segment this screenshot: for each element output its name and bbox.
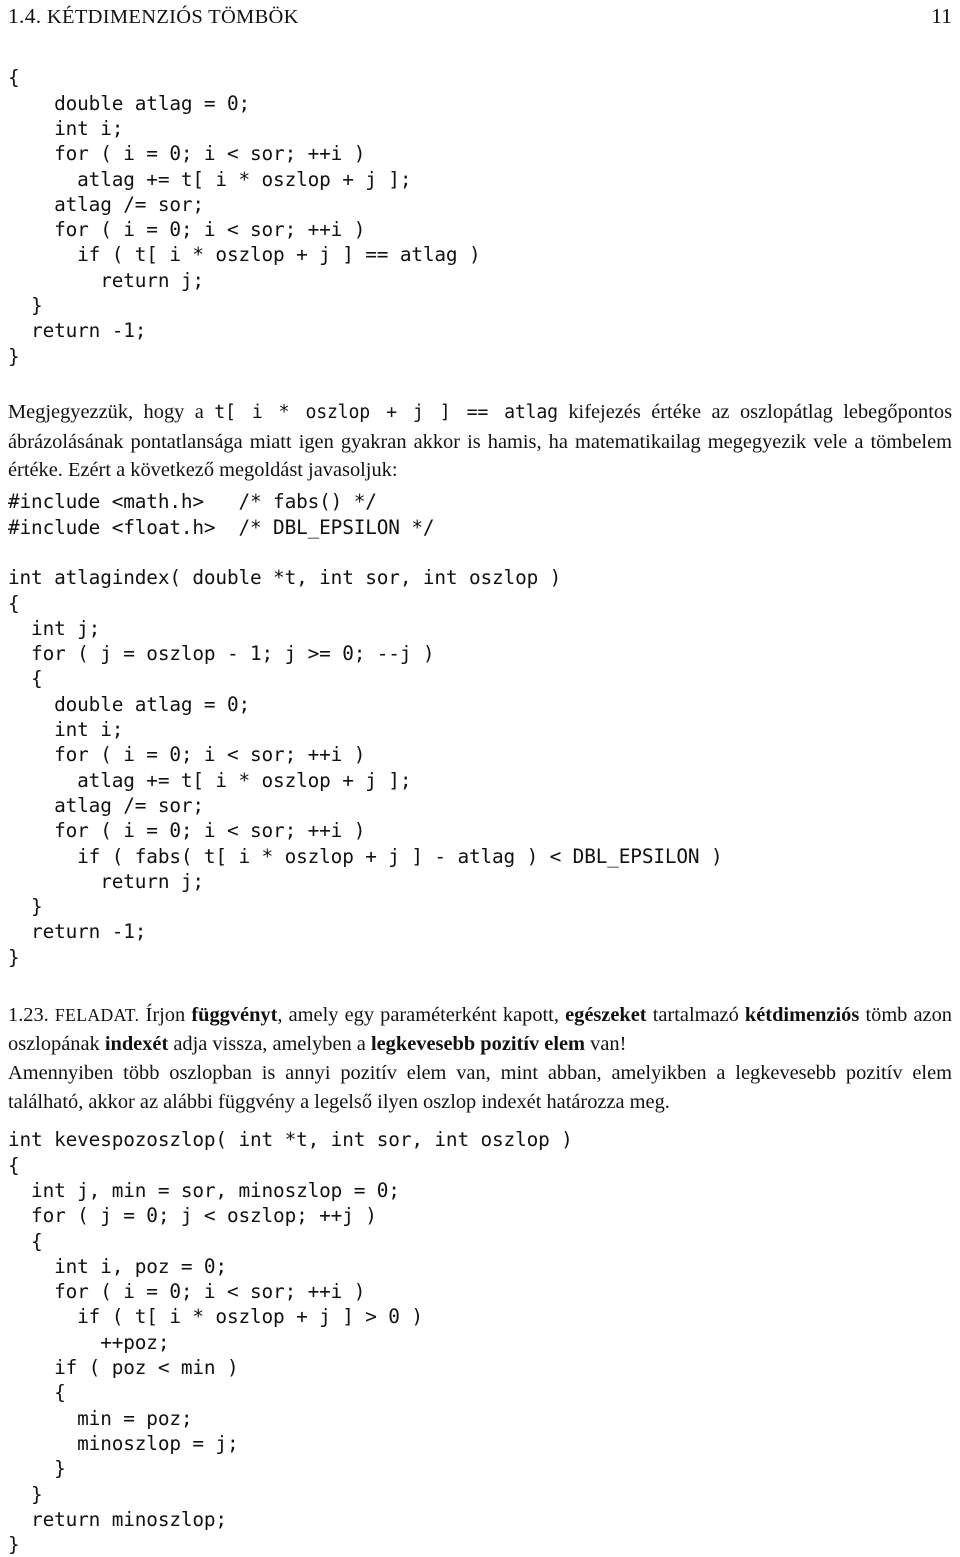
exercise-label: Feladat. <box>54 1005 140 1026</box>
paragraph-note: Megjegyezzük, hogy a t[ i * oszlop + j ]… <box>8 398 952 484</box>
exercise-bold-3: kétdimenziós <box>744 1004 860 1027</box>
exercise-seg-6: van! <box>585 1032 627 1055</box>
inline-code-comparison: t[ i * oszlop + j ] == atlag <box>214 402 558 424</box>
document-page: 1.4. KÉTDIMENZIÓS TÖMBÖK 11 { double atl… <box>0 0 960 1556</box>
note-text-1: Megjegyezzük, hogy a <box>8 401 215 424</box>
exercise-bold-2: egészeket <box>565 1004 647 1027</box>
section-title: KÉTDIMENZIÓS TÖMBÖK <box>46 6 299 28</box>
exercise-number: 1.23. <box>8 1004 49 1027</box>
running-header: 1.4. KÉTDIMENZIÓS TÖMBÖK 11 <box>8 4 952 34</box>
section-number: 1.4. <box>8 4 42 28</box>
exercise-seg-5: adja vissza, amelyben a <box>168 1032 371 1055</box>
exercise-seg-2: , amely egy paraméterként kapott, <box>277 1004 566 1027</box>
code-block-atlagindex-full: #include <math.h> /* fabs() */ #include … <box>8 490 723 969</box>
exercise-seg-1: Írjon <box>145 1004 192 1027</box>
paragraph-exercise: 1.23. Feladat. Írjon függvényt, amely eg… <box>8 1001 952 1057</box>
exercise-bold-1: függvényt <box>191 1004 278 1027</box>
exercise-bold-4: indexét <box>104 1032 169 1055</box>
page-number: 11 <box>931 4 952 28</box>
paragraph-explanation: Amennyiben több oszlopban is annyi pozit… <box>8 1062 952 1113</box>
exercise-seg-3: tartalmazó <box>646 1004 745 1027</box>
page-title: 1.4. KÉTDIMENZIÓS TÖMBÖK <box>8 4 299 29</box>
code-block-kevespozoszlop: int kevespozoszlop( int *t, int sor, int… <box>8 1128 573 1557</box>
exercise-bold-5: legkevesebb pozitív elem <box>370 1032 586 1055</box>
code-block-atlagindex-tail: { double atlag = 0; int i; for ( i = 0; … <box>8 66 481 368</box>
